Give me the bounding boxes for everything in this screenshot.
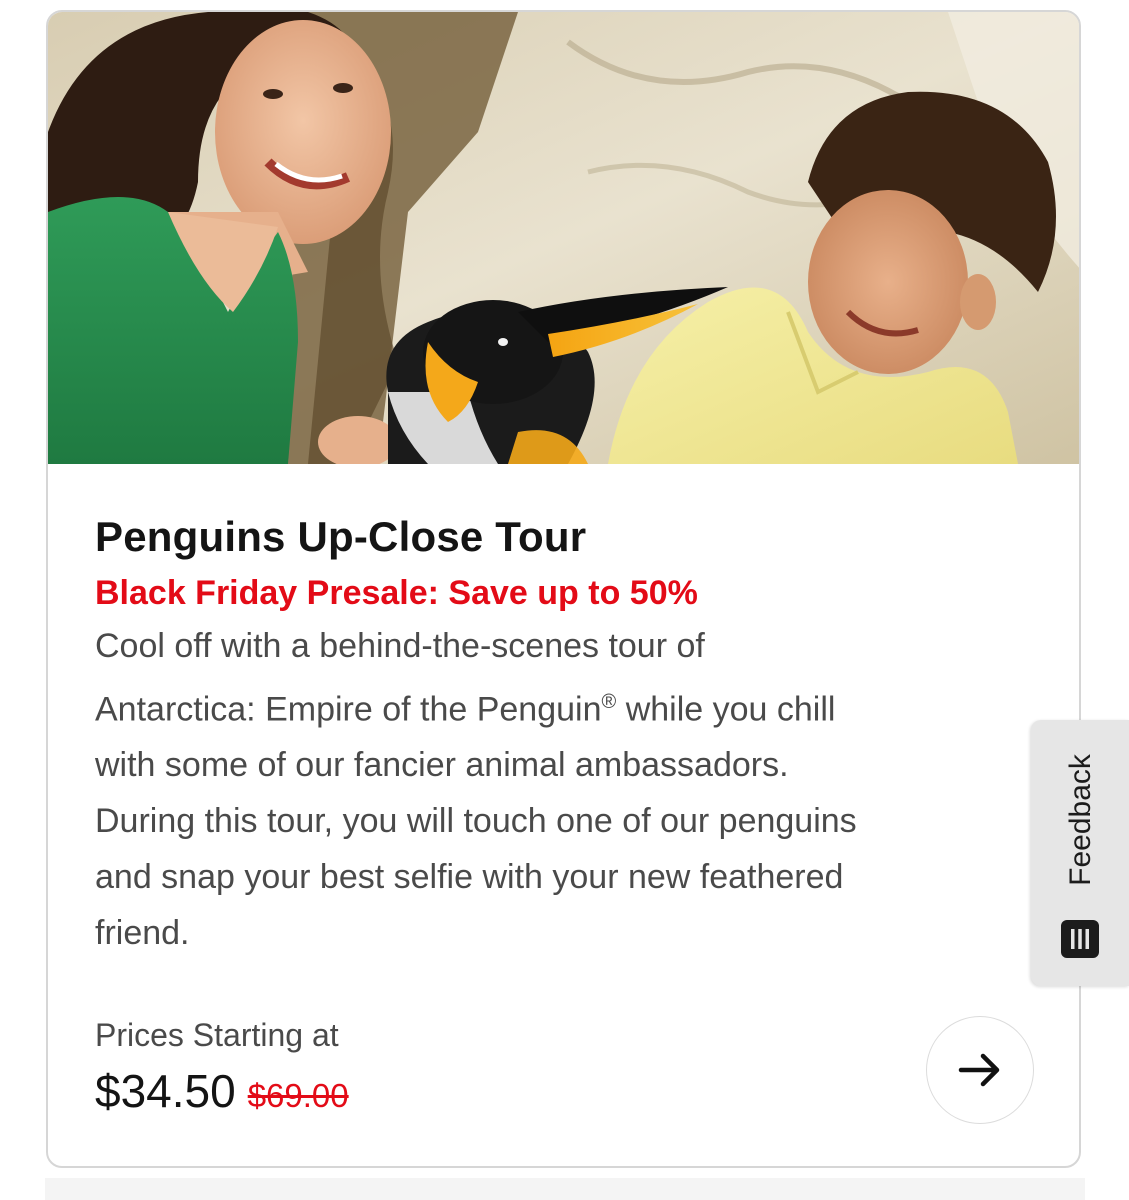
price-row: $34.50 $69.00 [95,1064,349,1118]
description-segment: while you chill [616,690,836,729]
original-price: $69.00 [247,1077,349,1114]
feedback-tab[interactable]: Feedback [1031,720,1129,986]
description-line: During this tour, you will touch one of … [95,802,857,841]
description-segment: Antarctica: Empire of the Penguin [95,690,602,729]
feedback-label: Feedback [1064,754,1097,886]
description-line: with some of our fancier animal ambassad… [95,746,789,785]
price-label: Prices Starting at [95,1017,339,1053]
feedback-list-icon [1061,920,1099,958]
promo-text: Black Friday Presale: Save up to 50% [95,574,698,612]
description-line: Cool off with a behind-the-scenes tour o… [95,627,705,665]
tour-hero-image [48,12,1079,464]
current-price: $34.50 [95,1065,236,1117]
tour-description: Cool off with a behind-the-scenes tour o… [95,618,1025,961]
tour-title: Penguins Up-Close Tour [95,513,587,560]
tour-card[interactable]: Penguins Up-Close Tour Black Friday Pres… [46,10,1081,1168]
view-tour-button[interactable] [926,1016,1034,1124]
description-line: friend. [95,914,190,953]
registered-mark: ® [601,691,617,713]
arrow-right-icon [958,1053,1000,1087]
next-card-edge [45,1178,1085,1200]
page: Penguins Up-Close Tour Black Friday Pres… [0,0,1129,1200]
description-line: Antarctica: Empire of the Penguin® while… [95,674,1025,737]
description-line: and snap your best selfie with your new … [95,858,844,897]
tour-content: Penguins Up-Close Tour Black Friday Pres… [95,512,1025,961]
